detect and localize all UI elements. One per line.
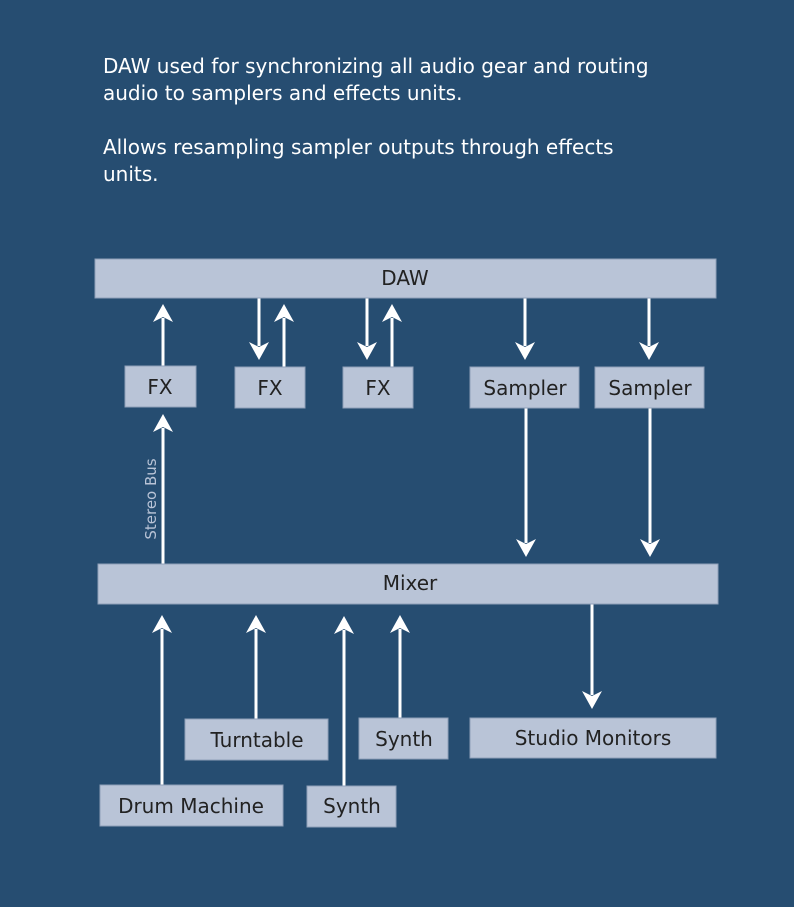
node-sampler-1[interactable]: Sampler (469, 366, 580, 409)
arrow-fx-3-to-daw (382, 304, 402, 367)
node-studio-monitors-label: Studio Monitors (515, 726, 672, 750)
arrow-sampler-2-to-mixer (640, 408, 660, 557)
node-fx-3[interactable]: FX (342, 366, 414, 409)
edge-label-stereo-bus: Stereo Bus (142, 458, 160, 539)
node-synth-1[interactable]: Synth (358, 717, 449, 760)
arrow-synth-2-to-mixer (334, 616, 354, 786)
arrow-synth-1-to-mixer (390, 615, 410, 718)
signal-flow-diagram: DAW FX FX FX Sampler Sampler Mixer Turnt… (94, 258, 719, 828)
node-sampler-1-label: Sampler (483, 376, 567, 400)
node-sampler-2-label: Sampler (608, 376, 692, 400)
node-daw[interactable]: DAW (94, 258, 717, 299)
node-synth-2[interactable]: Synth (306, 785, 397, 828)
node-fx-1-label: FX (147, 375, 173, 399)
arrow-sampler-1-to-mixer (516, 408, 536, 557)
node-fx-2[interactable]: FX (234, 366, 306, 409)
node-fx-1[interactable]: FX (124, 365, 197, 408)
node-drum-machine-label: Drum Machine (118, 794, 264, 818)
node-mixer[interactable]: Mixer (97, 563, 719, 605)
node-sampler-2[interactable]: Sampler (594, 366, 705, 409)
node-fx-2-label: FX (257, 376, 283, 400)
node-turntable[interactable]: Turntable (184, 718, 329, 761)
node-studio-monitors[interactable]: Studio Monitors (469, 717, 717, 759)
node-fx-3-label: FX (365, 376, 391, 400)
arrow-daw-to-sampler-1 (515, 298, 535, 360)
node-mixer-label: Mixer (383, 571, 438, 595)
arrow-daw-to-sampler-2 (639, 298, 659, 360)
node-daw-label: DAW (381, 266, 429, 290)
node-drum-machine[interactable]: Drum Machine (99, 784, 284, 827)
node-synth-2-label: Synth (323, 794, 381, 818)
arrow-daw-to-fx-2 (249, 298, 269, 360)
arrow-drum-machine-to-mixer (152, 615, 172, 785)
arrow-daw-to-fx-3 (357, 298, 377, 360)
arrow-mixer-to-studio-monitors (582, 604, 602, 709)
arrow-turntable-to-mixer (246, 615, 266, 719)
node-synth-1-label: Synth (375, 727, 433, 751)
node-turntable-label: Turntable (209, 728, 303, 752)
arrow-fx-2-to-daw (274, 304, 294, 367)
arrow-fx-1-to-daw (153, 304, 173, 366)
